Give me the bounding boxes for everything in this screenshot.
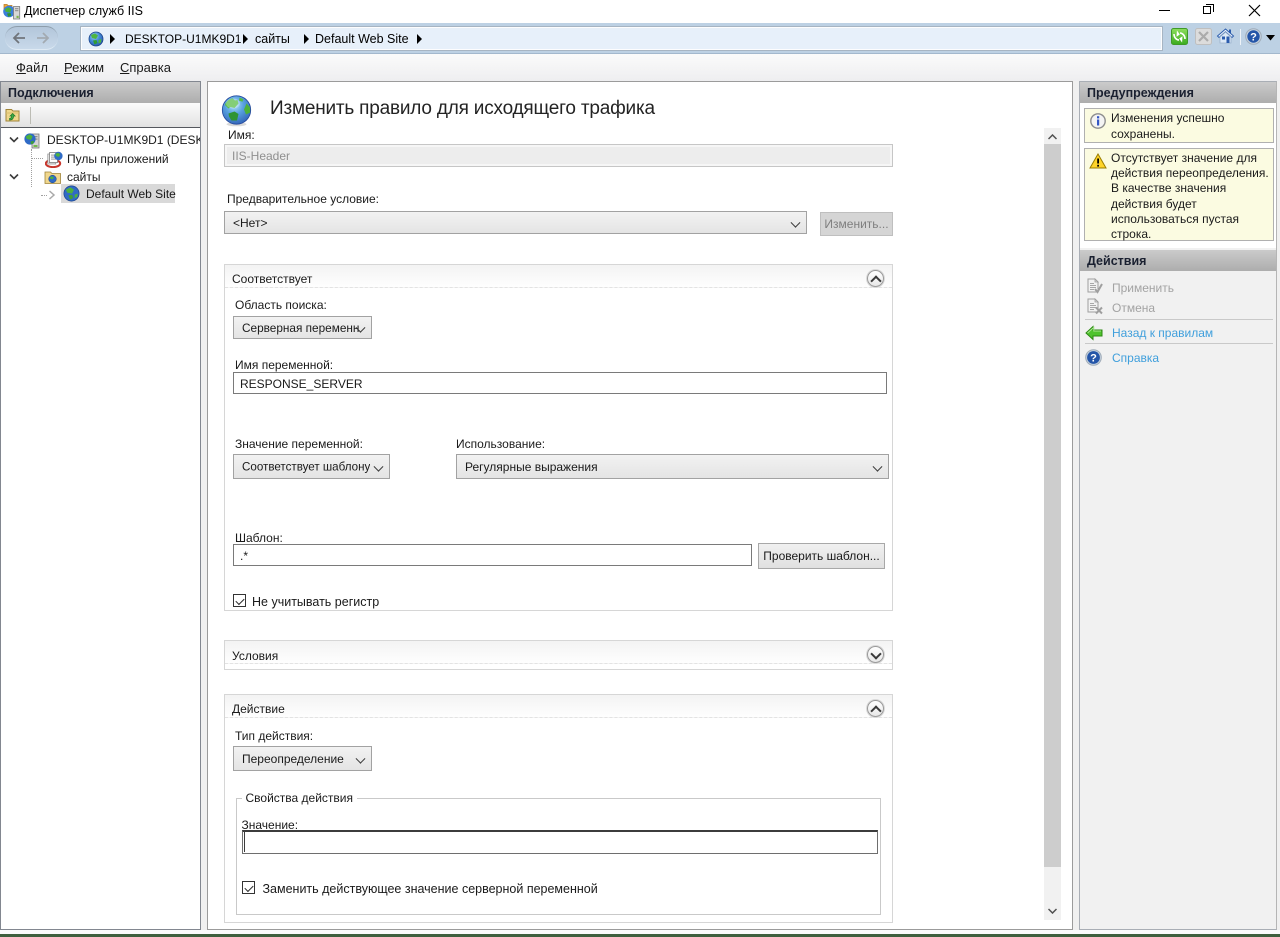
- svg-text:?: ?: [1090, 353, 1097, 365]
- svg-text:?: ?: [1250, 32, 1257, 44]
